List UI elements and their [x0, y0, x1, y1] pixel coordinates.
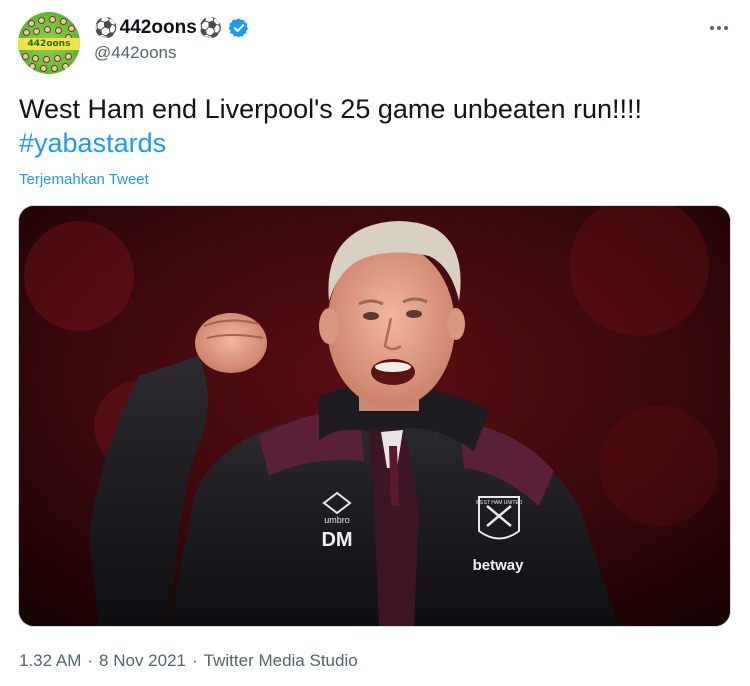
- tweet-photo[interactable]: umbro DM WEST HAM UNITED betway: [18, 205, 731, 627]
- verified-badge-icon: [228, 18, 249, 38]
- football-icon: ⚽: [198, 17, 223, 39]
- football-icon: ⚽: [94, 17, 118, 39]
- tweet-meta: 1.32 AM · 8 Nov 2021 · Twitter Media Stu…: [19, 651, 358, 671]
- tweet-text: West Ham end Liverpool's 25 game unbeate…: [19, 92, 729, 160]
- meta-separator: ·: [87, 651, 94, 670]
- hashtag-link[interactable]: #yabastards: [19, 126, 729, 160]
- tweet-source[interactable]: Twitter Media Studio: [204, 651, 358, 671]
- translate-tweet-link[interactable]: Terjemahkan Tweet: [19, 171, 149, 188]
- brand-text: umbro: [324, 515, 350, 525]
- author-name-row[interactable]: ⚽ 442oons ⚽: [94, 14, 250, 42]
- author-handle[interactable]: @442oons: [94, 43, 177, 63]
- meta-separator: ·: [192, 651, 198, 670]
- photo-image: umbro DM WEST HAM UNITED betway: [19, 206, 730, 626]
- sponsor-text: betway: [473, 557, 525, 574]
- tweet: 442oons ⚽ 442oons ⚽ @442oons West Ham en…: [0, 0, 750, 686]
- avatar[interactable]: 442oons: [18, 12, 80, 74]
- more-icon[interactable]: [706, 18, 732, 38]
- tweet-date[interactable]: 8 Nov 2021: [99, 651, 186, 671]
- tweet-time[interactable]: 1.32 AM: [19, 651, 81, 671]
- avatar-logo: 442oons: [27, 39, 71, 49]
- club-badge-text: WEST HAM UNITED: [476, 500, 523, 506]
- jacket-initials: DM: [321, 529, 352, 551]
- display-name[interactable]: 442oons: [120, 17, 197, 39]
- tweet-body: West Ham end Liverpool's 25 game unbeate…: [19, 94, 643, 124]
